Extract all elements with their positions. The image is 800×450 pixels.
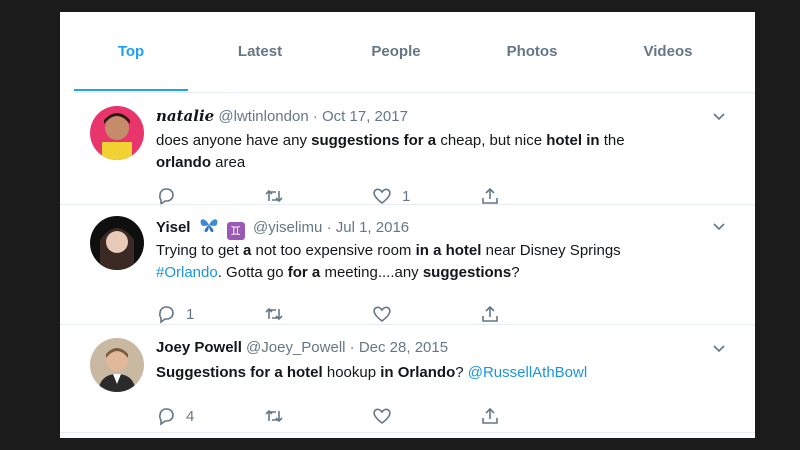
tweet[interactable]: natalie @lwtinlondon · Oct 17, 2017 does…: [74, 106, 735, 226]
text-segment: near Disney Springs: [481, 242, 621, 259]
text-segment: not too expensive room: [251, 242, 416, 259]
reply-count: 1: [186, 305, 195, 323]
text-segment: area: [211, 154, 246, 171]
text-segment: . Gotta go: [217, 264, 288, 281]
chevron-down-icon[interactable]: [711, 340, 727, 356]
tweet-header: Yisel ♊ @yiselimu · Jul 1, 2016: [156, 216, 409, 240]
gemini-icon: ♊: [226, 222, 245, 240]
tweet-text: Trying to get a not too expensive room i…: [156, 240, 696, 284]
handle[interactable]: @lwtinlondon: [218, 108, 308, 125]
tab-photos[interactable]: Photos: [468, 12, 596, 90]
tab-people[interactable]: People: [332, 12, 460, 90]
butterfly-icon: [200, 219, 218, 232]
hashtag-link[interactable]: #Orlando: [156, 264, 218, 281]
divider: [60, 324, 755, 325]
text-segment-bold: suggestions: [422, 264, 512, 281]
avatar[interactable]: [90, 216, 144, 270]
tweet[interactable]: Yisel ♊ @yiselimu · Jul 1, 2016 Trying t…: [74, 216, 735, 336]
text-segment-bold: in Orlando: [380, 364, 456, 381]
text-segment-bold: for a: [287, 264, 321, 281]
divider: [60, 432, 755, 433]
display-name[interactable]: natalie: [156, 107, 214, 125]
text-segment: hookup: [322, 364, 381, 381]
timestamp[interactable]: Dec 28, 2015: [359, 339, 448, 356]
reply-count: 4: [186, 407, 195, 425]
text-segment: does anyone have any: [156, 132, 312, 149]
display-name[interactable]: Joey Powell: [156, 339, 242, 356]
text-segment: Trying to get: [156, 242, 243, 259]
like-button[interactable]: 1: [372, 186, 480, 206]
reply-button[interactable]: 4: [156, 406, 264, 426]
retweet-button[interactable]: [264, 304, 372, 324]
reply-icon: [159, 188, 174, 206]
text-segment-bold: orlando: [156, 154, 211, 171]
retweet-icon: [265, 307, 283, 321]
tweet-text: Suggestions for a hotel hookup in Orland…: [156, 362, 696, 384]
text-segment: ?: [455, 364, 468, 381]
like-button[interactable]: [372, 304, 480, 324]
display-name[interactable]: Yisel: [156, 219, 190, 236]
text-segment-bold: suggestions for a: [311, 132, 437, 149]
avatar[interactable]: [90, 106, 144, 160]
separator-dot: ·: [312, 108, 318, 125]
share-icon: [482, 305, 498, 322]
tweet-actions: 1: [156, 186, 588, 206]
share-icon: [482, 407, 498, 424]
avatar[interactable]: [90, 338, 144, 392]
timestamp[interactable]: Jul 1, 2016: [336, 219, 409, 236]
retweet-button[interactable]: [264, 186, 372, 206]
reply-button[interactable]: [156, 186, 264, 206]
tweet-actions: 1: [156, 304, 588, 324]
share-button[interactable]: [480, 304, 588, 324]
reply-button[interactable]: 1: [156, 304, 264, 324]
tweet-text: does anyone have any suggestions for a c…: [156, 130, 696, 174]
handle[interactable]: @yiselimu: [253, 219, 322, 236]
search-tabs: Top Latest People Photos Videos: [74, 12, 755, 93]
text-segment: ?: [511, 264, 520, 281]
tweet-header: natalie @lwtinlondon · Oct 17, 2017: [156, 106, 408, 127]
text-segment-bold: hotel in: [546, 132, 600, 149]
divider: [60, 204, 755, 205]
share-icon: [482, 187, 498, 204]
text-segment-bold: Suggestions for a hotel: [156, 364, 323, 381]
search-results-panel: Top Latest People Photos Videos natalie …: [60, 12, 755, 438]
tab-latest[interactable]: Latest: [196, 12, 324, 90]
handle[interactable]: @Joey_Powell: [246, 339, 345, 356]
tab-videos[interactable]: Videos: [604, 12, 732, 90]
heart-icon: [373, 188, 391, 205]
separator-dot: ·: [349, 339, 355, 356]
like-count: 1: [402, 187, 411, 205]
reply-icon: [159, 306, 174, 324]
tweet[interactable]: Joey Powell @Joey_Powell · Dec 28, 2015 …: [74, 338, 735, 438]
tab-top[interactable]: Top: [74, 12, 188, 91]
chevron-down-icon[interactable]: [711, 218, 727, 234]
text-segment: the: [599, 132, 625, 149]
heart-icon: [373, 306, 391, 323]
share-button[interactable]: [480, 186, 588, 206]
text-segment-bold: in a hotel: [415, 242, 482, 259]
timestamp[interactable]: Oct 17, 2017: [322, 108, 408, 125]
heart-icon: [373, 408, 391, 425]
share-button[interactable]: [480, 406, 588, 426]
separator-dot: ·: [326, 219, 332, 236]
retweet-icon: [265, 189, 283, 203]
like-button[interactable]: [372, 406, 480, 426]
retweet-icon: [265, 409, 283, 423]
tweet-header: Joey Powell @Joey_Powell · Dec 28, 2015: [156, 338, 448, 358]
tweet-actions: 4: [156, 406, 588, 426]
text-segment: cheap, but nice: [436, 132, 547, 149]
text-segment: meeting....any: [320, 264, 423, 281]
chevron-down-icon[interactable]: [711, 108, 727, 124]
reply-icon: [159, 408, 174, 426]
mention-link[interactable]: @RussellAthBowl: [468, 364, 587, 381]
retweet-button[interactable]: [264, 406, 372, 426]
